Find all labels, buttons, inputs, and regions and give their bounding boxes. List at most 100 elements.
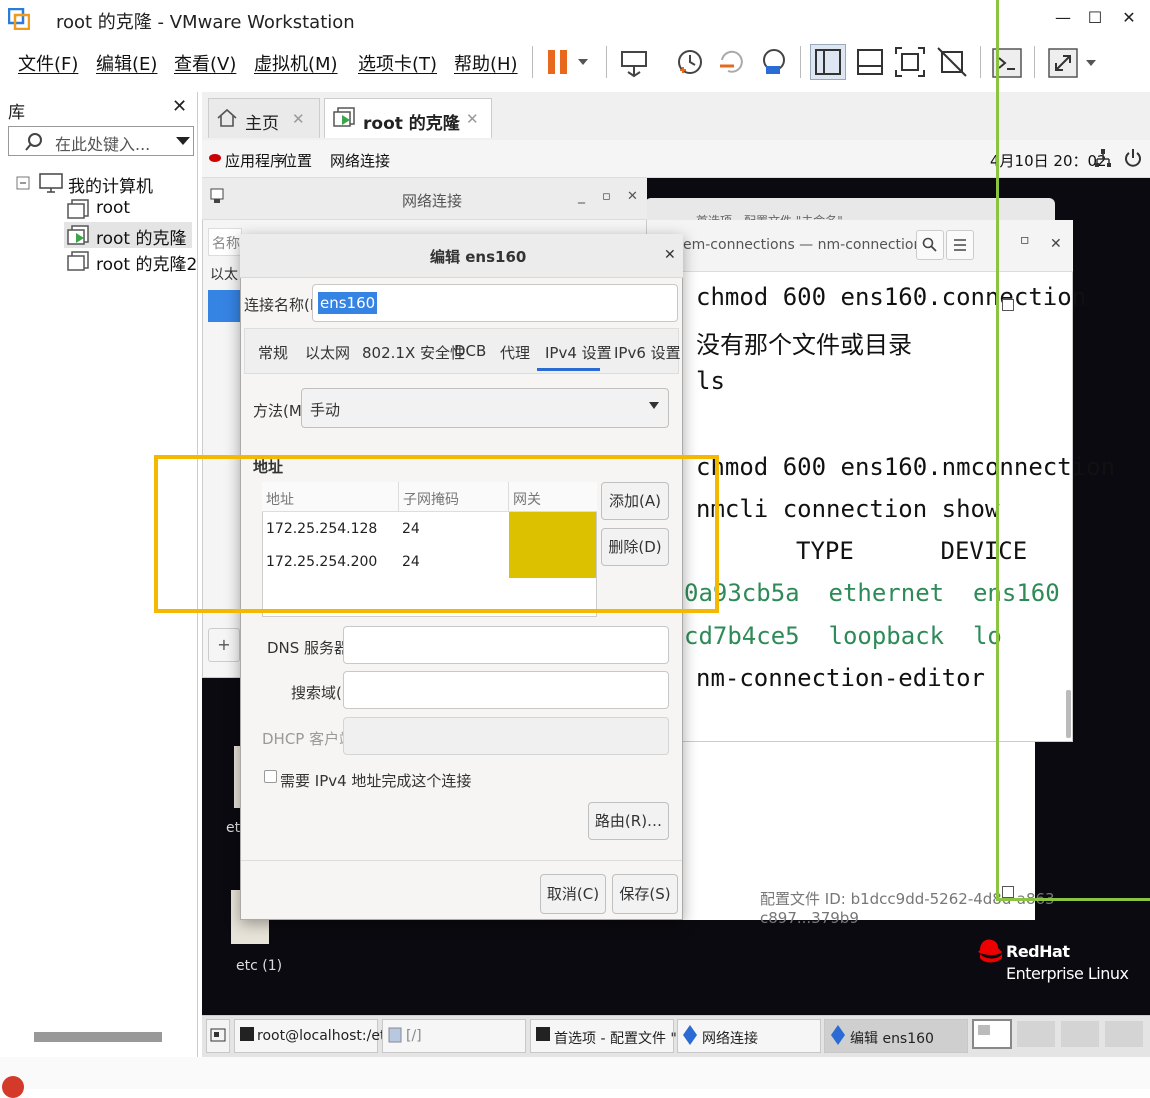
stretch-guest-icon[interactable] xyxy=(1046,46,1102,80)
workspace-window-thumb xyxy=(978,1025,990,1035)
workspace-2[interactable] xyxy=(1017,1021,1055,1047)
pause-icon[interactable] xyxy=(544,48,592,78)
cancel-button[interactable]: 取消(C) xyxy=(540,874,606,914)
require-ipv4-checkbox[interactable] xyxy=(264,770,277,783)
tab-vm-label: root 的克隆 xyxy=(363,114,460,134)
method-value: 手动 xyxy=(310,401,341,419)
selection-outline xyxy=(996,898,1150,901)
workspace-3[interactable] xyxy=(1061,1021,1099,1047)
gnome-places-menu[interactable]: 位置 xyxy=(282,150,312,171)
tab-vm-close[interactable]: ✕ xyxy=(466,110,479,128)
tab-ipv6[interactable]: IPv6 设置 xyxy=(614,342,681,363)
terminal-scrollbar[interactable] xyxy=(1066,690,1071,738)
notification-badge[interactable] xyxy=(2,1076,24,1098)
desktop-icon-label: etc (1) xyxy=(236,958,283,974)
snapshot-manager-icon[interactable] xyxy=(758,46,790,78)
selection-outline xyxy=(996,0,999,900)
library-title: 库 xyxy=(8,103,25,123)
terminal-line: TYPE DEVICE xyxy=(796,537,1028,565)
tab-8021x[interactable]: 802.1X 安全性 xyxy=(362,342,465,363)
library-search-placeholder: 在此处键入... xyxy=(55,135,151,154)
terminal-line: nm-connection-editor xyxy=(696,664,985,692)
menu-help[interactable]: 帮助(H) xyxy=(454,50,518,76)
close-window-button[interactable]: ✕ xyxy=(1116,6,1142,30)
computer-icon xyxy=(39,173,63,193)
redhat-icon xyxy=(209,154,221,162)
workspace-4[interactable] xyxy=(1105,1021,1143,1047)
netwin-close[interactable]: ✕ xyxy=(627,189,638,204)
status-bar xyxy=(0,1057,1150,1089)
method-select[interactable] xyxy=(301,388,669,428)
gnome-window-menu[interactable]: 网络连接 xyxy=(330,150,390,171)
show-library-icon[interactable] xyxy=(812,46,844,78)
gnome-clock[interactable]: 4月10日 20：02 xyxy=(990,150,1107,171)
search-domain-field[interactable] xyxy=(343,671,669,709)
menu-file[interactable]: 文件(F) xyxy=(18,50,78,76)
netwin-maximize[interactable]: ▫ xyxy=(602,189,611,204)
tree-vm-root[interactable]: root xyxy=(96,198,130,218)
redhat-logo-subtitle: Enterprise Linux xyxy=(1006,964,1129,983)
save-button[interactable]: 保存(S) xyxy=(612,874,678,914)
menu-tabs[interactable]: 选项卡(T) xyxy=(358,50,437,76)
terminal-icon xyxy=(536,1027,550,1041)
routes-button[interactable]: 路由(R)… xyxy=(588,802,669,840)
taskbar-item-files[interactable] xyxy=(382,1019,526,1053)
netwin-minimize[interactable]: _ xyxy=(578,188,585,204)
maximize-button[interactable]: ☐ xyxy=(1082,6,1108,30)
toolbar-separator xyxy=(606,46,607,78)
revert-snapshot-icon[interactable] xyxy=(716,46,748,78)
terminal-line: nmcli connection show xyxy=(696,495,1000,523)
tab-ipv4[interactable]: IPv4 设置 xyxy=(545,342,612,363)
taskbar-label: [/] xyxy=(406,1028,422,1044)
connection-name-value: ens160 xyxy=(318,292,378,314)
chevron-down-icon[interactable] xyxy=(174,134,192,148)
tree-vm-clone[interactable]: root 的克隆 xyxy=(96,224,187,249)
menu-view[interactable]: 查看(V) xyxy=(174,50,236,76)
toolbar-separator xyxy=(800,46,801,78)
full-screen-icon[interactable] xyxy=(894,46,926,78)
search-icon xyxy=(922,237,937,252)
tab-dcb[interactable]: DCB xyxy=(454,342,486,360)
network-icon xyxy=(210,188,224,203)
menu-edit[interactable]: 编辑(E) xyxy=(96,50,157,76)
netwin-name-column: 名称 xyxy=(212,236,240,252)
dns-field[interactable] xyxy=(343,626,669,664)
library-close-button[interactable]: ✕ xyxy=(172,96,187,117)
redhat-logo-text: RedHat xyxy=(1006,942,1070,961)
send-ctrl-alt-del-icon[interactable] xyxy=(618,46,650,78)
minimize-button[interactable]: — xyxy=(1050,6,1076,30)
toolbar-separator xyxy=(980,46,981,78)
terminal-line: ls xyxy=(696,367,725,395)
terminal-maximize[interactable]: ▫ xyxy=(1020,232,1030,248)
library-scrollbar[interactable] xyxy=(34,1032,162,1042)
active-tab-indicator xyxy=(537,368,600,371)
netwin-title: 网络连接 xyxy=(402,192,463,210)
search-icon xyxy=(25,133,42,151)
dialog-close-button[interactable]: ✕ xyxy=(664,247,676,263)
redhat-logo-icon xyxy=(978,939,1002,963)
netwin-add-button[interactable]: + xyxy=(208,628,240,662)
network-status-icon[interactable] xyxy=(1094,148,1112,168)
snapshot-icon[interactable] xyxy=(674,46,706,78)
tab-home-label: 主页 xyxy=(245,114,279,134)
terminal-line: 0a93cb5a ethernet ens160 xyxy=(684,579,1060,607)
selection-handle[interactable] xyxy=(1002,886,1014,898)
show-thumbnail-bar-icon[interactable] xyxy=(854,46,886,78)
tree-vm-clone2[interactable]: root 的克隆2 xyxy=(96,250,196,275)
gnome-applications-menu[interactable]: 应用程序 xyxy=(225,150,285,171)
tree-my-computer[interactable]: 我的计算机 xyxy=(68,172,153,197)
tab-proxy[interactable]: 代理 xyxy=(500,342,530,363)
toolbar-separator xyxy=(532,46,533,78)
netwin-selected-row[interactable] xyxy=(208,290,242,322)
highlight-box xyxy=(154,455,719,613)
window-title: root 的克隆 - VMware Workstation xyxy=(56,12,355,33)
unity-mode-icon[interactable] xyxy=(936,46,968,78)
collapse-icon[interactable] xyxy=(16,176,30,190)
terminal-close[interactable]: ✕ xyxy=(1050,236,1062,252)
tab-home-close[interactable]: ✕ xyxy=(292,110,305,128)
tab-ethernet[interactable]: 以太网 xyxy=(305,342,350,363)
menu-vm[interactable]: 虚拟机(M) xyxy=(254,50,338,76)
power-icon[interactable] xyxy=(1124,148,1142,168)
selection-handle[interactable] xyxy=(1002,299,1014,311)
tab-general[interactable]: 常规 xyxy=(258,342,288,363)
